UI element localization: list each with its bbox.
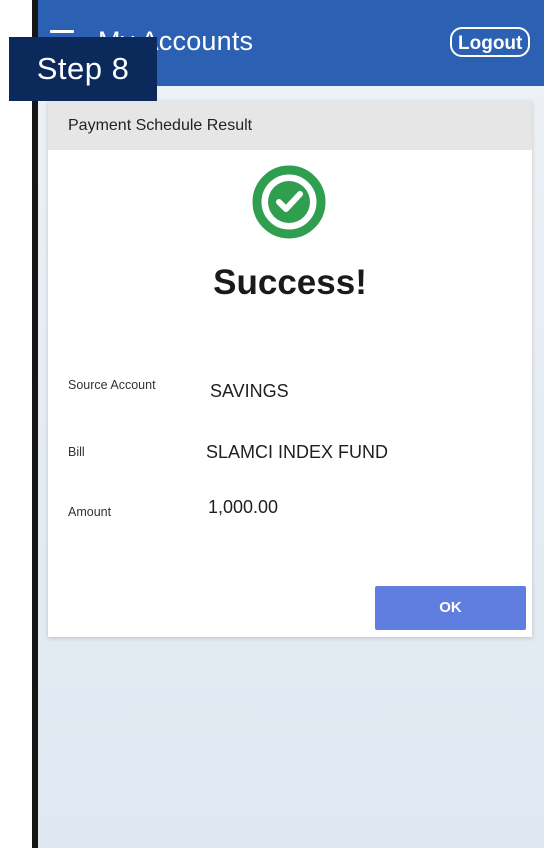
ok-button[interactable]: OK xyxy=(375,586,526,630)
check-circle-icon xyxy=(252,165,326,239)
dialog-header: Payment Schedule Result xyxy=(48,101,532,150)
source-account-label: Source Account xyxy=(68,378,156,392)
success-heading: Success! xyxy=(213,263,367,302)
amount-label: Amount xyxy=(68,505,112,519)
dialog-title: Payment Schedule Result xyxy=(68,117,253,134)
logout-button[interactable]: Logout xyxy=(450,27,531,57)
source-account-value: SAVINGS xyxy=(210,381,289,401)
step-badge: Step 8 xyxy=(9,37,157,101)
app-screen: My Accounts Logout Payment Schedule Resu… xyxy=(38,0,544,848)
bill-value: SLAMCI INDEX FUND xyxy=(206,442,389,462)
frame: My Accounts Logout Payment Schedule Resu… xyxy=(0,0,544,848)
bill-label: Bill xyxy=(68,445,85,459)
payment-result-dialog: Payment Schedule Result Success! Source … xyxy=(48,101,532,637)
amount-value: 1,000.00 xyxy=(208,497,279,517)
